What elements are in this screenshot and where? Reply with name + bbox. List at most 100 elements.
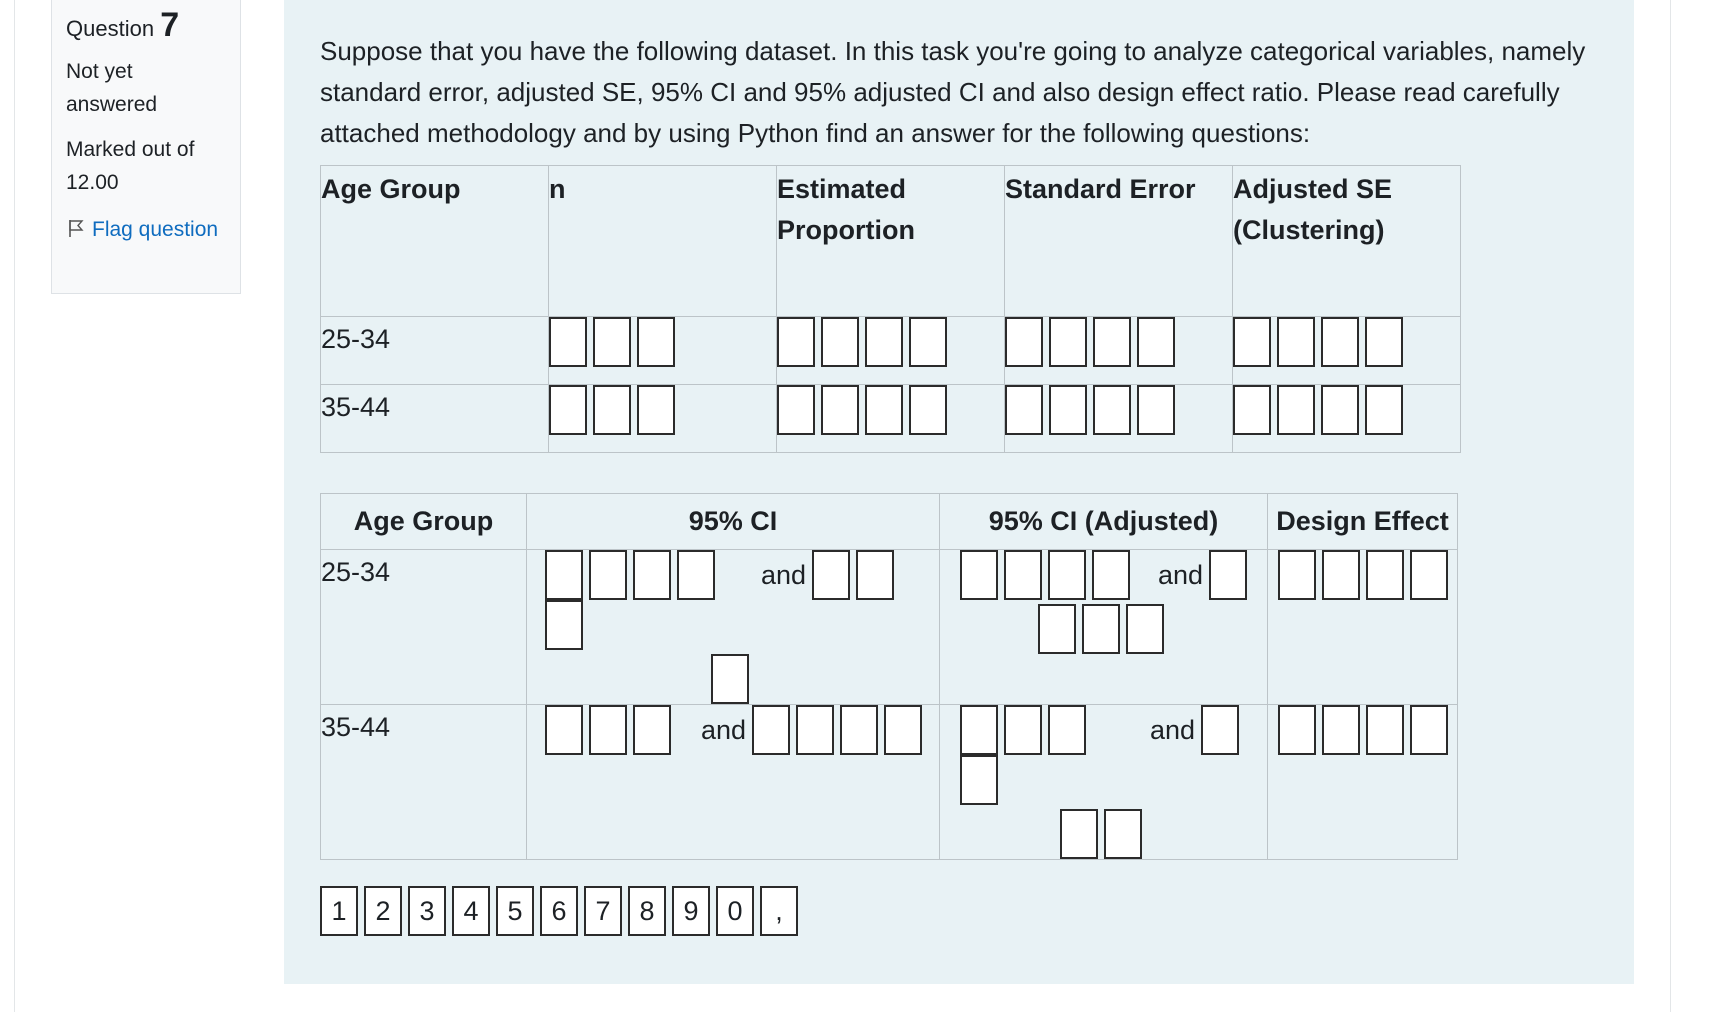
drop-blank[interactable]: [677, 550, 715, 600]
drop-blank[interactable]: [1322, 550, 1360, 600]
header-adjusted-se: Adjusted SE (Clustering): [1232, 165, 1461, 317]
drop-blank[interactable]: [549, 317, 587, 367]
header-n: n: [548, 165, 777, 317]
drop-blank[interactable]: [865, 317, 903, 367]
header-95-ci: 95% CI: [526, 493, 940, 550]
and-label: and: [1150, 715, 1196, 745]
drop-blank[interactable]: [909, 385, 947, 435]
drop-blank[interactable]: [1201, 705, 1240, 755]
drop-blank[interactable]: [1233, 317, 1271, 367]
drop-blank[interactable]: [1092, 550, 1130, 600]
header-age-group-2: Age Group: [320, 493, 527, 550]
drop-blank[interactable]: [960, 705, 998, 755]
ci-adjusted-cell-35-44: and: [939, 704, 1268, 860]
row-label-25-34: 25-34: [320, 316, 549, 385]
drop-blank[interactable]: [777, 317, 815, 367]
drop-blank[interactable]: [1137, 317, 1175, 367]
drop-blank[interactable]: [1004, 550, 1042, 600]
drop-blank[interactable]: [1004, 705, 1042, 755]
ci-adjusted-cell-25-34: and: [939, 549, 1268, 705]
question-text: Suppose that you have the following data…: [320, 36, 1586, 148]
drop-blank[interactable]: [796, 705, 835, 755]
drop-blank[interactable]: [1233, 385, 1271, 435]
drop-blank[interactable]: [1322, 705, 1360, 755]
drop-blank[interactable]: [549, 385, 587, 435]
drop-blank[interactable]: [1209, 550, 1248, 600]
drop-blank[interactable]: [1277, 317, 1315, 367]
drop-blank[interactable]: [1410, 550, 1448, 600]
drop-blank[interactable]: [637, 317, 675, 367]
page-edge-left: [14, 0, 15, 1012]
drop-blank[interactable]: [1093, 317, 1131, 367]
question-content: Suppose that you have the following data…: [284, 0, 1634, 984]
drop-blank[interactable]: [545, 705, 583, 755]
se-cell-25-34: [1004, 316, 1233, 385]
drop-blank[interactable]: [840, 705, 879, 755]
drop-blank[interactable]: [1278, 550, 1316, 600]
drag-token-5[interactable]: 5: [496, 886, 534, 936]
drag-token-1[interactable]: 1: [320, 886, 358, 936]
drop-blank[interactable]: [821, 317, 859, 367]
drag-token-4[interactable]: 4: [452, 886, 490, 936]
drop-blank[interactable]: [1365, 385, 1403, 435]
drop-blank[interactable]: [856, 550, 895, 600]
drop-blank[interactable]: [637, 385, 675, 435]
drop-blank[interactable]: [711, 654, 749, 704]
drop-blank[interactable]: [593, 317, 631, 367]
drag-token-3[interactable]: 3: [408, 886, 446, 936]
drop-blank[interactable]: [1365, 317, 1403, 367]
drop-blank[interactable]: [777, 385, 815, 435]
drag-token-8[interactable]: 8: [628, 886, 666, 936]
drop-blank[interactable]: [545, 600, 583, 650]
drag-token-2[interactable]: 2: [364, 886, 402, 936]
drop-blank[interactable]: [1366, 550, 1404, 600]
drop-blank[interactable]: [1410, 705, 1448, 755]
drop-blank[interactable]: [1321, 385, 1359, 435]
drop-blank[interactable]: [1278, 705, 1316, 755]
drop-blank[interactable]: [812, 550, 851, 600]
estimates-header-row: Age Group n Estimated Proportion Standar…: [320, 165, 1461, 317]
flag-question-link[interactable]: Flag question: [66, 213, 226, 246]
drop-blank[interactable]: [633, 550, 671, 600]
and-label: and: [701, 715, 747, 745]
drop-blank[interactable]: [1093, 385, 1131, 435]
drop-blank[interactable]: [1005, 317, 1043, 367]
drop-blank[interactable]: [589, 550, 627, 600]
estimates-table: Age Group n Estimated Proportion Standar…: [320, 165, 1461, 453]
drag-token-9[interactable]: 9: [672, 886, 710, 936]
drag-token-0[interactable]: 0: [716, 886, 754, 936]
drag-token-6[interactable]: 6: [540, 886, 578, 936]
drop-blank[interactable]: [1103, 809, 1142, 859]
drop-blank[interactable]: [1366, 705, 1404, 755]
drop-blank[interactable]: [1049, 317, 1087, 367]
flag-icon: [69, 220, 84, 237]
drag-token-7[interactable]: 7: [584, 886, 622, 936]
drop-blank[interactable]: [1037, 604, 1076, 654]
drop-blank[interactable]: [1137, 385, 1175, 435]
drop-blank[interactable]: [884, 705, 923, 755]
drop-blank[interactable]: [865, 385, 903, 435]
drop-blank[interactable]: [1321, 317, 1359, 367]
drop-blank[interactable]: [545, 550, 583, 600]
drop-blank[interactable]: [909, 317, 947, 367]
drop-blank[interactable]: [1049, 385, 1087, 435]
drop-blank[interactable]: [633, 705, 671, 755]
se-cell-35-44: [1004, 384, 1233, 453]
drop-blank[interactable]: [821, 385, 859, 435]
drop-blank[interactable]: [1048, 705, 1086, 755]
drop-blank[interactable]: [960, 550, 998, 600]
drop-blank[interactable]: [1048, 550, 1086, 600]
adj-se-cell-25-34: [1232, 316, 1461, 385]
question-word: Question: [66, 16, 155, 41]
drop-blank[interactable]: [960, 755, 998, 805]
drop-blank[interactable]: [1081, 604, 1120, 654]
header-age-group: Age Group: [320, 165, 549, 317]
drop-blank[interactable]: [1059, 809, 1098, 859]
drop-blank[interactable]: [1125, 604, 1164, 654]
drag-token-comma[interactable]: ,: [760, 886, 798, 936]
drop-blank[interactable]: [1005, 385, 1043, 435]
drop-blank[interactable]: [1277, 385, 1315, 435]
drop-blank[interactable]: [589, 705, 627, 755]
drop-blank[interactable]: [593, 385, 631, 435]
drop-blank[interactable]: [752, 705, 791, 755]
